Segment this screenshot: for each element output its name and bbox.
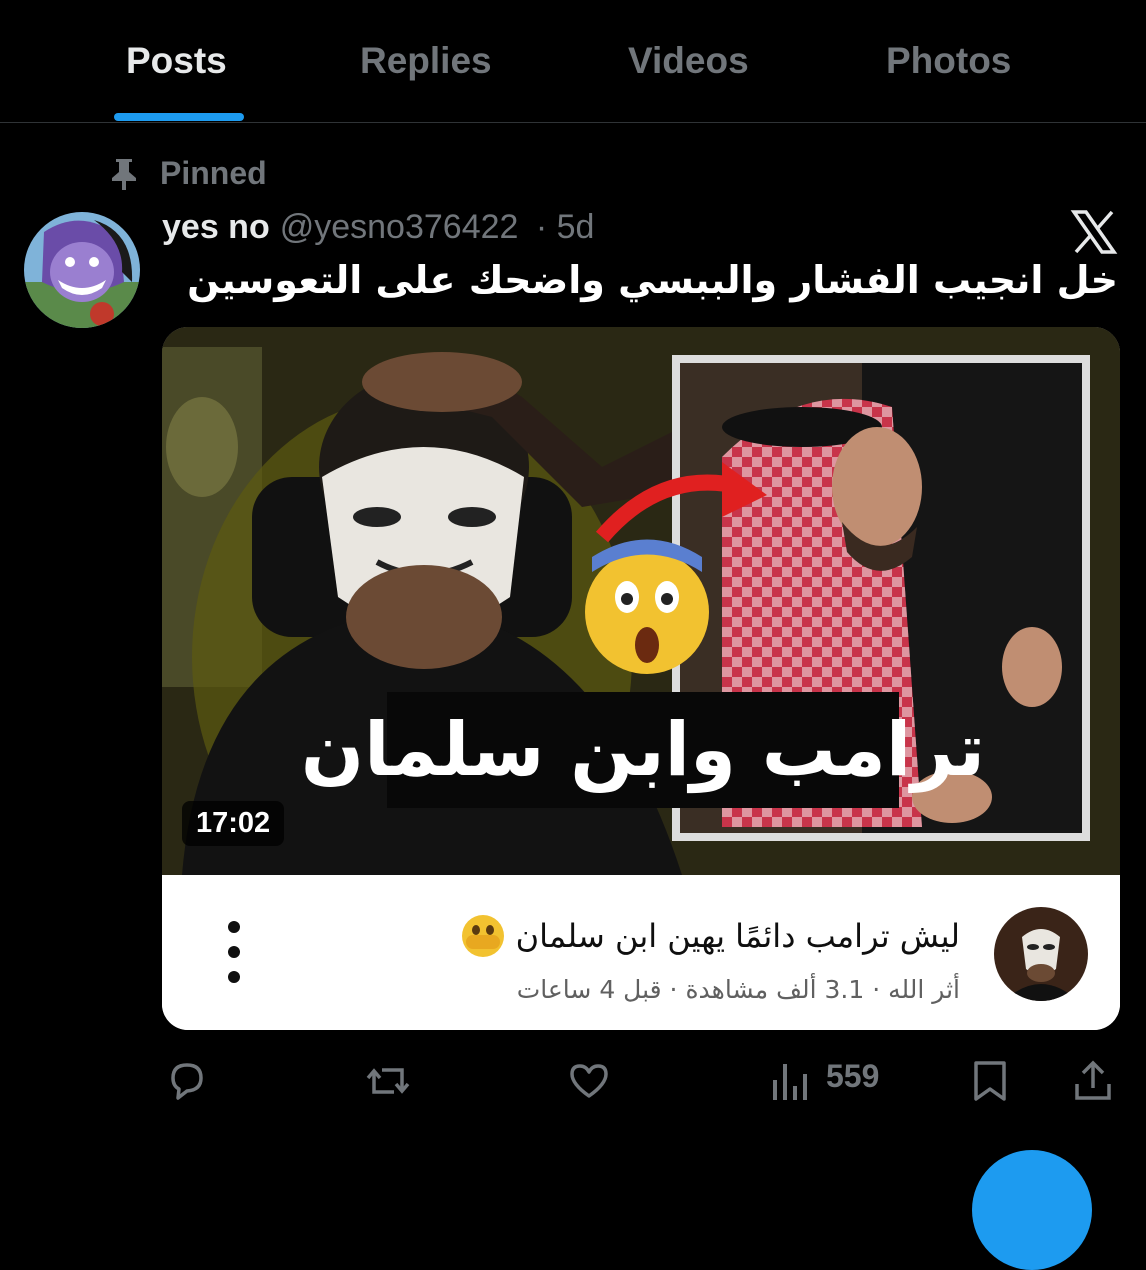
post-text: خل انجيب الفشار والببسي واضحك على التعوس… <box>187 258 1118 302</box>
video-meta: أثر الله · 3.1 ألف مشاهدة · قبل 4 ساعات <box>516 975 960 1004</box>
tab-photos[interactable]: Photos <box>886 40 1011 82</box>
tab-replies[interactable]: Replies <box>360 40 492 82</box>
pinned-indicator: Pinned <box>110 155 267 192</box>
like-icon[interactable] <box>566 1058 612 1104</box>
share-icon[interactable] <box>1072 1058 1114 1104</box>
views-count: 559 <box>826 1058 880 1094</box>
video-info[interactable]: ليش ترامب دائمًا يهين ابن سلمان أثر الله… <box>162 875 1120 1030</box>
post-time[interactable]: · 5d <box>536 208 595 246</box>
active-tab-indicator <box>114 113 244 121</box>
video-title-text: ليش ترامب دائمًا يهين ابن سلمان <box>515 917 960 955</box>
face-with-open-eyes-and-hand-over-mouth-emoji-icon <box>461 915 504 957</box>
video-card[interactable]: ترامب وابن سلمان 17:02 ليش ترامب دائمًا … <box>162 327 1120 1030</box>
tab-posts[interactable]: Posts <box>126 40 227 82</box>
channel-avatar[interactable] <box>994 907 1088 1001</box>
kebab-icon[interactable] <box>224 917 244 987</box>
post-header: yes no @yesno376422 · 5d <box>162 208 594 247</box>
compose-button[interactable] <box>972 1150 1092 1270</box>
author-handle[interactable]: @yesno376422 <box>280 208 519 246</box>
post-actions <box>0 1050 1146 1110</box>
views-icon[interactable] <box>770 1058 810 1104</box>
x-logo-icon <box>1070 210 1118 254</box>
thumbnail-caption: ترامب وابن سلمان <box>301 707 985 794</box>
pinned-label: Pinned <box>160 155 267 191</box>
pin-icon <box>112 158 136 190</box>
video-title[interactable]: ليش ترامب دائمًا يهين ابن سلمان <box>460 913 960 959</box>
reply-icon[interactable] <box>164 1058 210 1104</box>
bookmark-icon[interactable] <box>970 1058 1010 1104</box>
video-thumbnail[interactable]: ترامب وابن سلمان <box>162 327 1120 875</box>
tab-videos[interactable]: Videos <box>628 40 749 82</box>
author-name[interactable]: yes no <box>162 208 270 246</box>
profile-tabs: Posts Replies Videos Photos <box>0 0 1146 123</box>
author-avatar[interactable] <box>24 212 140 328</box>
repost-icon[interactable] <box>364 1058 412 1104</box>
video-duration: 17:02 <box>182 801 285 846</box>
